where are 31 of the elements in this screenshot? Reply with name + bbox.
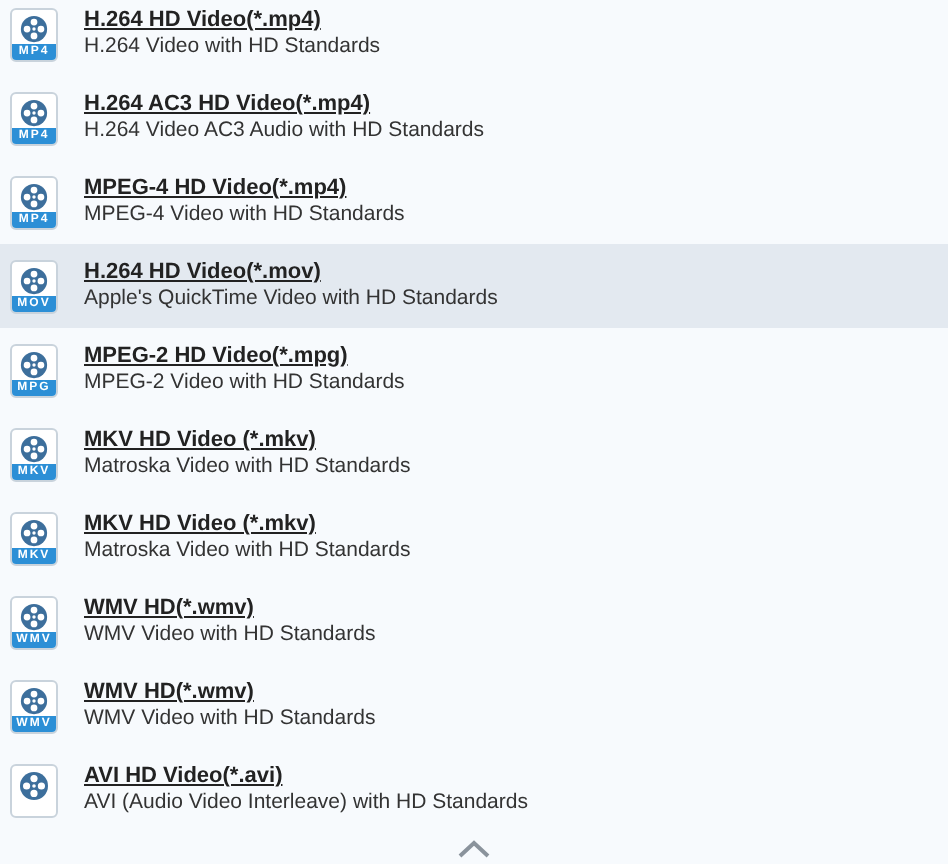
format-title: MKV HD Video (*.mkv) — [84, 428, 318, 454]
format-description: MPEG-2 Video with HD Standards — [84, 370, 405, 396]
format-description: H.264 Video AC3 Audio with HD Standards — [84, 118, 485, 144]
format-title: MPEG-2 HD Video(*.mpg) — [84, 344, 350, 370]
format-title: MPEG-4 HD Video(*.mp4) — [84, 176, 349, 202]
film-reel-icon — [18, 349, 50, 379]
film-reel-icon — [18, 769, 50, 801]
format-description: Matroska Video with HD Standards — [84, 538, 411, 564]
format-description: WMV Video with HD Standards — [84, 706, 376, 732]
chevron-up-icon — [458, 839, 490, 857]
format-title: AVI HD Video(*.avi) — [84, 764, 285, 790]
film-reel-icon — [18, 97, 50, 127]
format-title: H.264 HD Video(*.mp4) — [84, 8, 323, 34]
film-reel-icon — [18, 601, 50, 631]
format-title: WMV HD(*.wmv) — [84, 680, 256, 706]
format-description: WMV Video with HD Standards — [84, 622, 376, 648]
format-title: H.264 AC3 HD Video(*.mp4) — [84, 92, 373, 118]
format-description: AVI (Audio Video Interleave) with HD Standards — [84, 790, 528, 816]
format-title: H.264 HD Video(*.mov) — [84, 260, 323, 286]
film-reel-icon — [18, 265, 50, 295]
film-reel-icon — [18, 433, 50, 463]
format-title: WMV HD(*.wmv) — [84, 596, 256, 622]
film-reel-icon — [18, 181, 50, 211]
film-reel-icon — [18, 685, 50, 715]
film-reel-icon — [18, 517, 50, 547]
film-reel-icon — [18, 13, 50, 43]
format-title: MKV HD Video (*.mkv) — [84, 512, 318, 538]
format-description: H.264 Video with HD Standards — [84, 34, 381, 60]
format-description: Matroska Video with HD Standards — [84, 454, 411, 480]
format-description: MPEG-4 Video with HD Standards — [84, 202, 405, 228]
format-description: Apple's QuickTime Video with HD Standards — [84, 286, 498, 312]
